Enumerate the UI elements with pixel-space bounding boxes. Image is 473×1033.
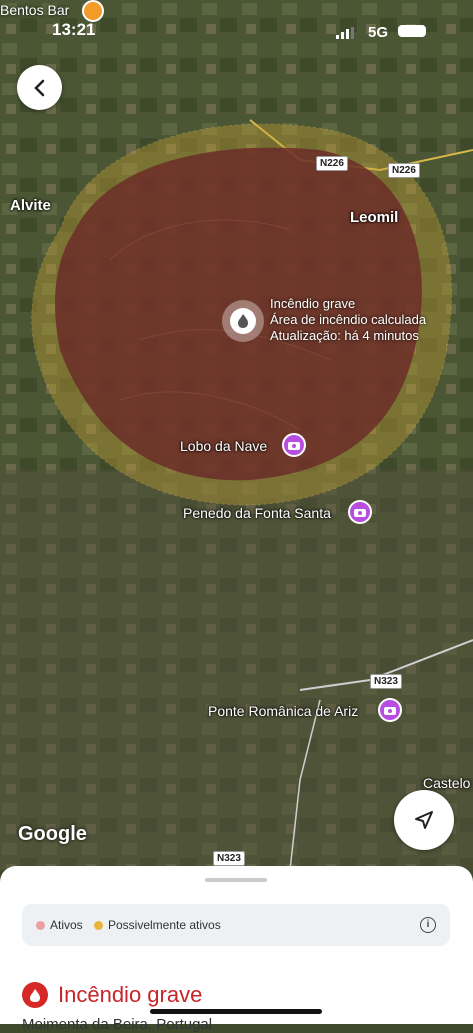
home-indicator[interactable] [150, 1009, 322, 1014]
chevron-left-icon [33, 79, 44, 96]
fire-icon [238, 314, 248, 328]
road-label-n226-b: N226 [388, 163, 420, 178]
signal-icon [336, 27, 354, 39]
road-label-n226-a: N226 [316, 156, 348, 171]
poi-label-lobo-da-nave[interactable]: Lobo da Nave [180, 438, 267, 454]
fire-marker[interactable] [222, 300, 264, 342]
fire-legend: Ativos Possivelmente ativos i [22, 904, 450, 946]
poi-label-penedo[interactable]: Penedo da Fonta Santa [183, 505, 331, 521]
clock: 13:21 [52, 20, 96, 39]
fire-icon [22, 982, 48, 1008]
map-view[interactable]: 13:21 5G Bentos Bar Alvite Leomil N226 N… [0, 0, 473, 870]
fire-info-area: Área de incêndio calculada [270, 312, 427, 327]
bottom-sheet[interactable]: Ativos Possivelmente ativos i Incêndio g… [0, 866, 473, 1033]
possible-dot-icon [94, 921, 103, 930]
network-type: 5G [368, 24, 389, 41]
satellite-terrain [0, 0, 473, 870]
camera-icon[interactable] [378, 698, 402, 722]
camera-icon[interactable] [348, 500, 372, 524]
legend-possibly-active: Possivelmente ativos [108, 918, 221, 932]
info-icon[interactable]: i [420, 917, 436, 933]
navigation-arrow-icon [415, 811, 433, 829]
road-label-n323-a: N323 [370, 674, 402, 689]
poi-label-ponte[interactable]: Ponte Românica de Ariz [208, 703, 358, 719]
fire-title-row: Incêndio grave [22, 982, 202, 1008]
status-bar: 13:21 5G [0, 0, 473, 44]
google-logo: Google [18, 823, 87, 845]
road-label-n323-b: N323 [213, 851, 245, 866]
drag-handle[interactable] [205, 878, 267, 882]
active-dot-icon [36, 921, 45, 930]
place-label-alvite[interactable]: Alvite [10, 197, 51, 214]
cocktail-icon[interactable] [82, 0, 104, 22]
fire-info-updated: Atualização: há 4 minutos [270, 328, 419, 343]
fire-info-title: Incêndio grave [270, 296, 356, 311]
fire-title: Incêndio grave [58, 982, 203, 1007]
battery-icon [398, 25, 426, 37]
my-location-button[interactable] [394, 790, 454, 850]
back-button[interactable] [17, 65, 62, 110]
fire-info-label[interactable]: Incêndio grave Área de incêndio calculad… [270, 296, 426, 344]
camera-icon[interactable] [282, 433, 306, 457]
place-label-castelo[interactable]: Castelo [423, 775, 470, 791]
fire-location: Moimenta da Beira, Portugal [22, 1016, 213, 1033]
poi-label-top[interactable]: Bentos Bar [0, 2, 69, 18]
legend-active: Ativos [50, 918, 83, 932]
place-label-leomil[interactable]: Leomil [350, 209, 398, 226]
